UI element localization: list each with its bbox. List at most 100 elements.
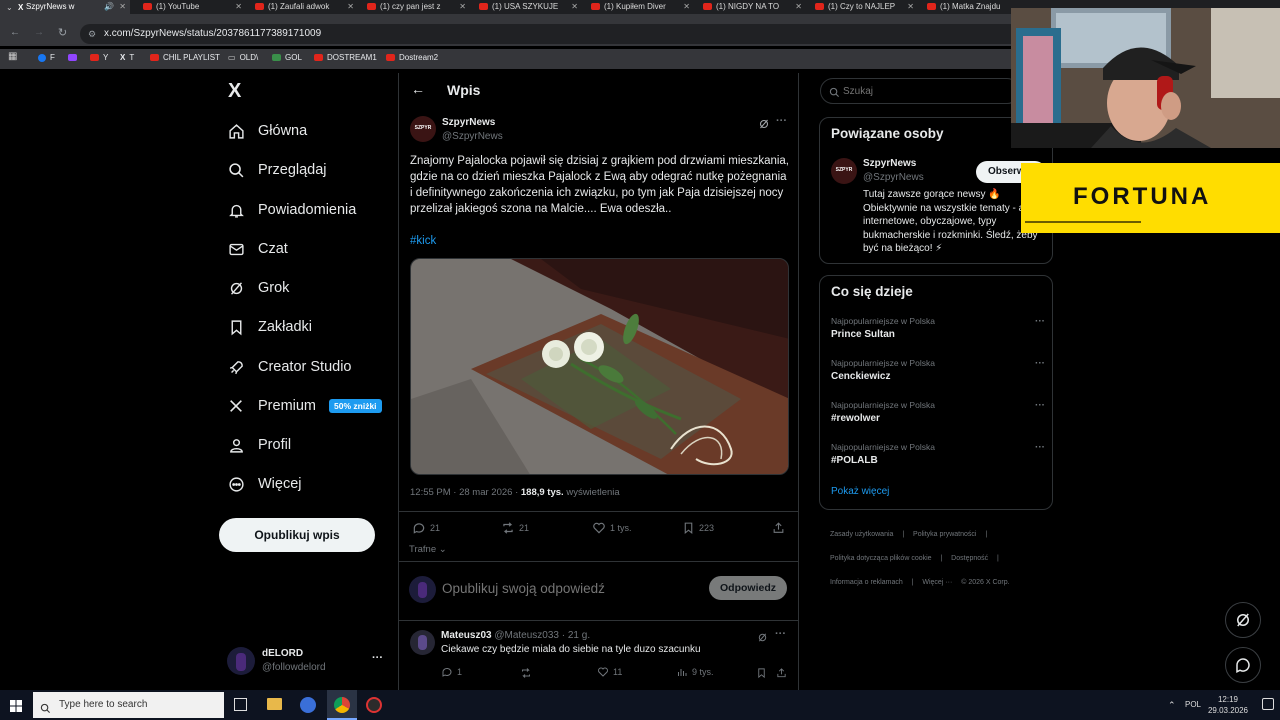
nav-messages[interactable]: Czat [227, 235, 288, 263]
tab-youtube[interactable]: (1) YouTube ✕ [138, 0, 246, 14]
reply-button[interactable]: 21 [412, 521, 440, 535]
bookmark-x[interactable]: XT [120, 53, 134, 62]
reply-item[interactable]: Mateusz03 @Mateusz033 · 21 g. ··· Ciekaw… [398, 621, 799, 690]
related-avatar[interactable]: SZPYR [831, 158, 857, 184]
bookmark-gol[interactable]: GOL [272, 53, 302, 62]
reload-icon[interactable]: ↻ [58, 26, 67, 39]
trend-item[interactable]: Najpopularniejsze w Polska Cenckiewicz ·… [831, 358, 1045, 382]
search-box[interactable] [820, 78, 1020, 104]
footer-link[interactable]: Dostępność [951, 555, 988, 562]
bookmark-facebook[interactable]: F [38, 53, 55, 62]
close-icon[interactable]: ✕ [683, 1, 690, 12]
repost-button[interactable]: 21 [501, 521, 529, 535]
more-icon[interactable]: ··· [1035, 400, 1045, 411]
chat-float-button[interactable] [1225, 647, 1261, 683]
close-icon[interactable]: ✕ [571, 1, 578, 12]
chevron-up-icon[interactable]: ⌃ [1168, 700, 1176, 711]
tab-szpyrnews[interactable]: ⌄ X SzpyrNews w 🔊 ✕ [0, 0, 130, 14]
tab-list-icon[interactable]: ⌄ [6, 2, 13, 13]
close-icon[interactable]: ✕ [119, 1, 126, 12]
close-icon[interactable]: ✕ [459, 1, 466, 12]
file-explorer-icon[interactable] [267, 698, 282, 710]
tab-video-3[interactable]: (1) czy pan jest z ✕ [362, 0, 470, 14]
obs-icon[interactable] [366, 697, 382, 713]
grok-explain-icon[interactable] [757, 630, 768, 648]
bookmark-twitch[interactable] [68, 53, 81, 62]
reply-like-button[interactable]: 11 [597, 666, 622, 678]
site-settings-icon[interactable]: ⚙ [88, 24, 96, 44]
timestamp-text[interactable]: 12:55 PM · 28 mar 2026 · [410, 487, 521, 498]
close-icon[interactable]: ✕ [907, 1, 914, 12]
related-name[interactable]: SzpyrNews [863, 158, 916, 169]
taskbar-search[interactable]: Type here to search [33, 692, 224, 718]
back-arrow-icon[interactable]: ← [411, 81, 425, 97]
bookmark-button[interactable]: 223 [682, 521, 714, 535]
nav-bookmarks[interactable]: Zakładki [227, 313, 312, 341]
grok-explain-icon[interactable] [758, 117, 770, 135]
related-handle[interactable]: @SzpyrNews [863, 172, 924, 183]
nav-explore[interactable]: Przeglądaj [227, 156, 327, 184]
share-button[interactable] [772, 521, 789, 535]
nav-creator-studio[interactable]: Creator Studio [227, 353, 352, 381]
search-input[interactable] [843, 84, 1013, 99]
grok-float-button[interactable] [1225, 602, 1261, 638]
nav-home[interactable]: Główna [227, 117, 307, 145]
language-indicator[interactable]: POL [1185, 700, 1201, 709]
footer-link[interactable]: Polityka prywatności [913, 531, 976, 538]
post-image[interactable] [410, 258, 789, 475]
close-icon[interactable]: ✕ [347, 1, 354, 12]
more-icon[interactable]: ··· [372, 652, 383, 664]
footer-link[interactable]: Polityka dotycząca plików cookie [830, 555, 932, 562]
bookmark-dostream2[interactable]: Dostream2 [386, 53, 438, 62]
nav-profile[interactable]: Profil [227, 431, 291, 459]
more-icon[interactable]: ··· [1035, 316, 1045, 327]
reply-input[interactable] [442, 578, 692, 598]
bookmark-dostream1[interactable]: DOSTREAM1 [314, 53, 377, 62]
app-icon[interactable] [300, 697, 316, 713]
chrome-taskbar-button[interactable] [327, 690, 357, 720]
notifications-icon[interactable] [1262, 698, 1274, 710]
tab-video-8[interactable]: (1) Matka Znajdu [922, 0, 1012, 14]
reply-repost-button[interactable] [520, 666, 532, 684]
tab-video-6[interactable]: (1) NIGDY NA TO ✕ [698, 0, 806, 14]
reply-views[interactable]: 9 tys. [676, 666, 714, 678]
reply-reply-button[interactable]: 1 [441, 666, 462, 678]
trend-item[interactable]: Najpopularniejsze w Polska #POLALB ··· [831, 442, 1045, 466]
sort-dropdown[interactable]: Trafne ⌄ [409, 544, 447, 555]
like-button[interactable]: 1 tys. [592, 521, 632, 535]
bookmark-folder-old[interactable]: ▭ OLD\ [228, 53, 258, 62]
task-view-icon[interactable] [234, 698, 247, 711]
reply-submit-button[interactable]: Odpowiedz [709, 576, 787, 600]
trend-item[interactable]: Najpopularniejsze w Polska #rewolwer ··· [831, 400, 1045, 424]
footer-link[interactable]: Zasady użytkowania [830, 531, 893, 538]
more-icon[interactable]: ··· [776, 115, 787, 127]
trend-item[interactable]: Najpopularniejsze w Polska Prince Sultan… [831, 316, 1045, 340]
footer-link[interactable]: Informacja o reklamach [830, 579, 903, 586]
more-icon[interactable]: ··· [775, 628, 786, 640]
nav-premium[interactable]: Premium 50% zniżki [227, 392, 382, 420]
reply-avatar[interactable] [410, 630, 435, 655]
author-avatar[interactable]: SZPYR [410, 116, 436, 142]
tab-video-2[interactable]: (1) Zaufali adwok ✕ [250, 0, 358, 14]
post-button[interactable]: Opublikuj wpis [219, 518, 375, 552]
author-name[interactable]: SzpyrNews [442, 117, 495, 128]
reply-share-button[interactable] [776, 666, 787, 684]
nav-notifications[interactable]: Powiadomienia [227, 196, 356, 224]
more-icon[interactable]: ··· [1035, 442, 1045, 453]
clock[interactable]: 12:19 29.03.2026 [1202, 694, 1254, 716]
close-icon[interactable]: ✕ [795, 1, 802, 12]
author-handle[interactable]: @SzpyrNews [442, 131, 503, 142]
forward-icon[interactable]: → [34, 27, 44, 38]
tab-video-4[interactable]: (1) USA SZYKUJE ✕ [474, 0, 582, 14]
nav-grok[interactable]: Grok [227, 274, 289, 302]
x-logo-icon[interactable]: X [228, 80, 241, 103]
account-switcher[interactable]: dELORD @followdelord ··· [227, 646, 387, 678]
bookmark-youtube[interactable]: Y [90, 53, 108, 62]
reply-author[interactable]: Mateusz03 [441, 630, 492, 641]
hashtag-link[interactable]: #kick [410, 235, 436, 247]
apps-grid-icon[interactable]: ▦ [8, 51, 17, 62]
footer-more-link[interactable]: Więcej ··· [922, 579, 952, 586]
back-icon[interactable]: ← [10, 27, 20, 38]
close-icon[interactable]: ✕ [235, 1, 242, 12]
bookmark-chil-playlist[interactable]: CHIL PLAYLIST [150, 53, 220, 62]
